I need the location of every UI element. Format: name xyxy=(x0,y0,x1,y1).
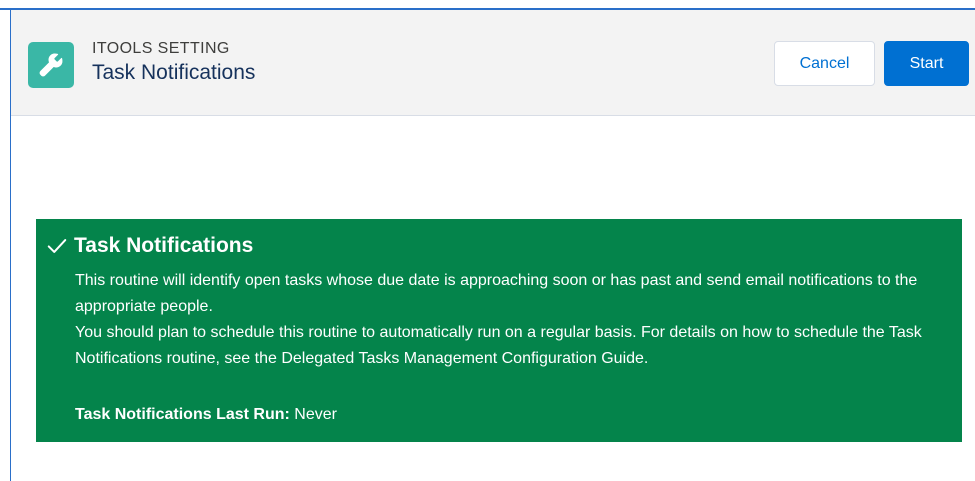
start-button[interactable]: Start xyxy=(884,41,969,86)
notification-instructions: You should plan to schedule this routine… xyxy=(75,324,922,367)
page-title: Task Notifications xyxy=(92,61,256,84)
notification-body: This routine will identify open tasks wh… xyxy=(75,268,945,372)
last-run-row: Task Notifications Last Run: Never xyxy=(75,406,337,424)
last-run-label: Task Notifications Last Run: xyxy=(75,406,290,423)
success-notification: Task Notifications This routine will ide… xyxy=(36,219,962,442)
page: ITOOLS SETTING Task Notifications Cancel… xyxy=(0,0,975,481)
cancel-button[interactable]: Cancel xyxy=(774,41,875,86)
page-eyebrow: ITOOLS SETTING xyxy=(92,40,230,57)
last-run-value: Never xyxy=(294,406,337,423)
page-header: ITOOLS SETTING Task Notifications Cancel… xyxy=(11,10,975,116)
check-icon xyxy=(47,239,67,253)
wrench-icon xyxy=(28,42,74,88)
notification-header: Task Notifications xyxy=(46,234,253,258)
notification-title: Task Notifications xyxy=(74,234,254,257)
notification-description: This routine will identify open tasks wh… xyxy=(75,272,918,315)
